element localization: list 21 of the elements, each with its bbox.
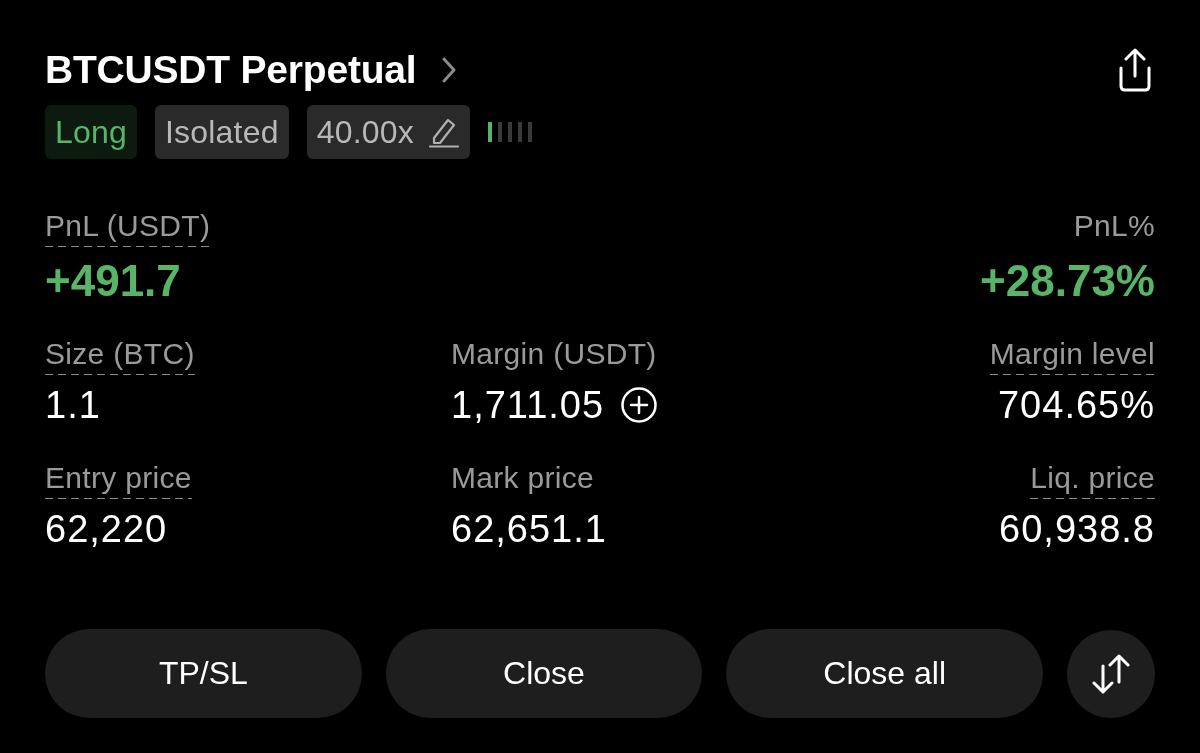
action-button[interactable]: Close: [385, 629, 703, 718]
pnl-value: +28.73%: [980, 257, 1155, 305]
stat-value: 60,938.8: [999, 507, 1155, 551]
add-circle-icon[interactable]: [621, 387, 658, 423]
stat-value: 704.65%: [998, 383, 1155, 427]
pencil-icon: [427, 116, 460, 148]
stat-label: Margin (USDT): [451, 337, 657, 372]
stat-label: Mark price: [451, 461, 595, 496]
action-button[interactable]: TP/SL: [45, 629, 362, 718]
contract-title[interactable]: BTCUSDT Perpetual: [45, 47, 417, 93]
side-tag: Long: [45, 105, 137, 159]
chevron-right-icon[interactable]: [442, 57, 457, 83]
stat-value: 1.1: [45, 383, 101, 427]
pnl-value: +491.7: [45, 257, 181, 305]
leverage-button[interactable]: 40.00x: [306, 105, 470, 159]
stat-value: 62,220: [45, 507, 168, 551]
action-button[interactable]: Close all: [726, 629, 1043, 718]
stat-label: PnL%: [1073, 209, 1155, 244]
margin-mode-button[interactable]: Isolated: [155, 105, 289, 159]
stat-value: 62,651.1: [451, 507, 607, 551]
stat-value: 1,711.05: [451, 383, 605, 427]
